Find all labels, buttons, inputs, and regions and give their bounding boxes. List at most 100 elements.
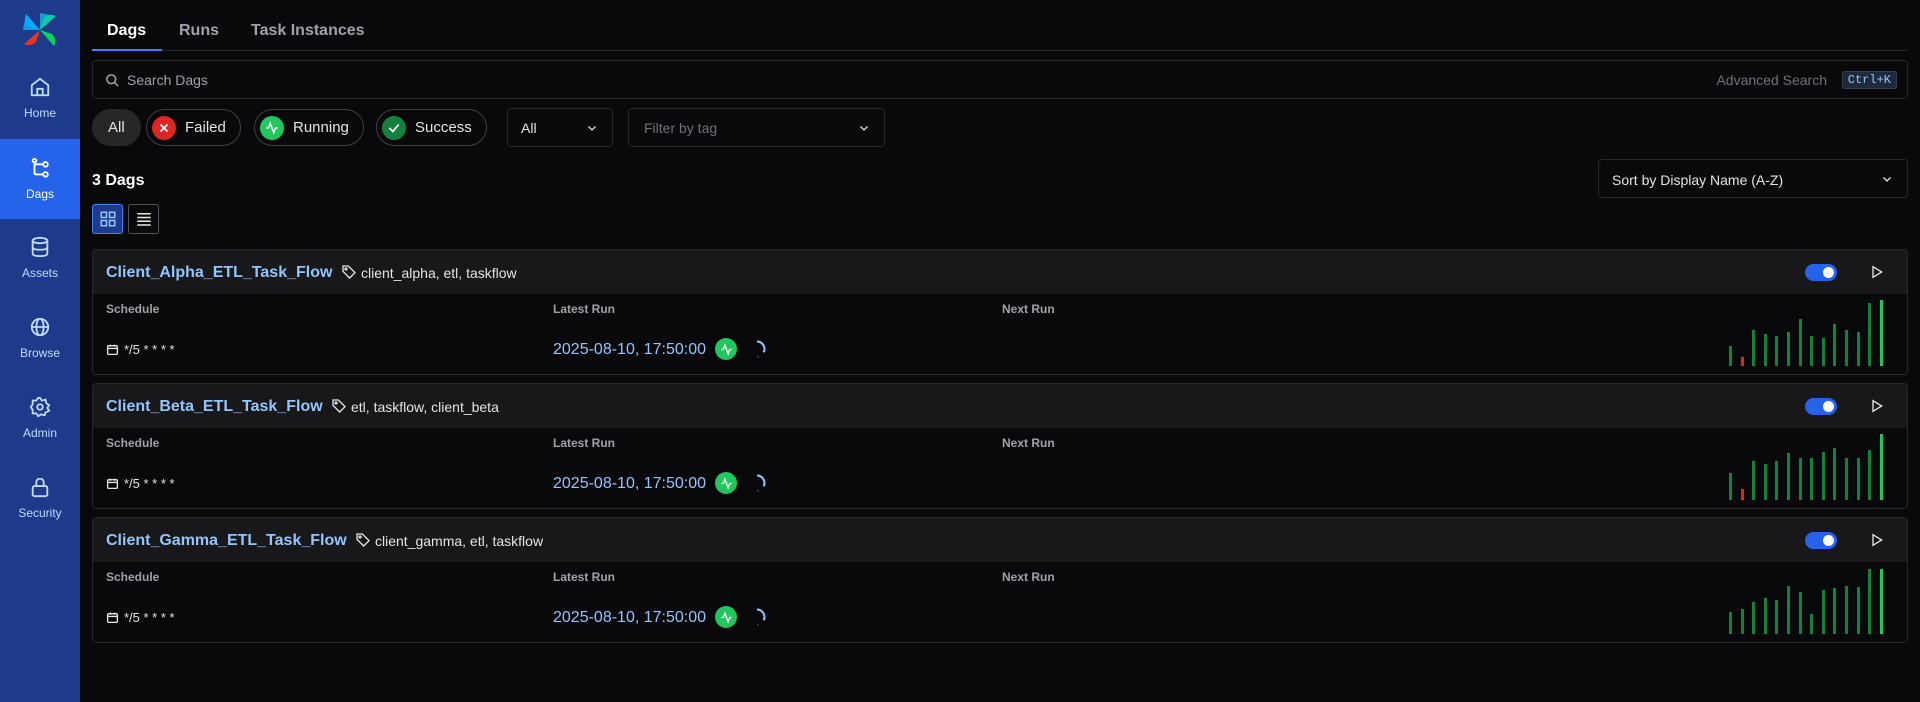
run-bar[interactable] [1775,461,1779,500]
run-bar[interactable] [1798,458,1802,500]
run-bar[interactable] [1763,464,1767,500]
gear-icon [29,396,51,418]
dag-name-link[interactable]: Client_Gamma_ETL_Task_Flow [106,532,347,550]
loading-spinner-icon [756,474,766,492]
trigger-play-icon[interactable] [1869,532,1885,548]
run-bar[interactable] [1833,324,1837,366]
pause-toggle[interactable] [1805,264,1837,281]
run-bar[interactable] [1740,489,1744,500]
sidebar-item-dags[interactable]: Dags [0,139,80,219]
latest-run-link[interactable]: 2025-08-10, 17:50:00 [553,475,706,493]
run-bar[interactable] [1787,586,1790,634]
dag-card-header: Client_Gamma_ETL_Task_Flow client_gamma,… [93,518,1907,562]
sidebar-item-label: Browse [19,346,60,360]
lock-icon [31,477,49,498]
tag-icon [356,533,370,547]
pause-toggle[interactable] [1805,398,1837,415]
run-bar[interactable] [1856,332,1860,366]
run-bar[interactable] [1752,602,1756,634]
run-bar[interactable] [1775,600,1779,634]
calendar-icon [106,612,119,624]
sidebar-item-assets[interactable]: Assets [0,218,80,298]
run-bar[interactable] [1868,450,1872,500]
sidebar-item-label: Home [23,106,56,120]
run-bar[interactable] [1845,586,1848,634]
run-bar[interactable] [1810,614,1814,634]
run-bar[interactable] [1810,336,1814,366]
run-bar[interactable] [1833,448,1837,500]
pause-toggle[interactable] [1805,532,1837,549]
run-bar[interactable] [1729,612,1732,634]
filter-failed-button[interactable]: Failed [146,109,241,146]
run-bar[interactable] [1821,590,1825,634]
loading-spinner-icon [756,340,766,358]
filter-running-button[interactable]: Running [254,109,364,146]
airflow-logo[interactable] [20,10,60,50]
run-bar[interactable] [1868,303,1872,366]
dag-tags: client_gamma, etl, taskflow [375,533,544,549]
run-bar[interactable] [1821,338,1825,366]
dag-name-link[interactable]: Client_Beta_ETL_Task_Flow [106,398,323,416]
run-bar[interactable] [1845,330,1848,366]
run-bar[interactable] [1868,569,1872,634]
filter-all-button[interactable]: All [92,109,141,146]
run-bar[interactable] [1856,458,1860,500]
run-bar[interactable] [1729,346,1732,366]
search-input[interactable] [127,61,1627,98]
run-bar[interactable] [1798,319,1802,366]
sidebar-item-browse[interactable]: Browse [0,298,80,378]
tab-task-instances[interactable]: Task Instances [251,22,365,40]
run-bar[interactable] [1752,461,1756,500]
schedule-header: Schedule [106,302,160,316]
paused-filter-value: All [521,119,537,136]
advanced-search-link[interactable]: Advanced Search [1716,72,1827,88]
run-bar[interactable] [1845,458,1848,500]
filter-success-button[interactable]: Success [376,109,487,146]
running-state-icon [715,606,737,628]
card-view-button[interactable] [92,204,123,234]
sidebar-item-admin[interactable]: Admin [0,378,80,458]
run-bar[interactable] [1833,588,1837,634]
run-bar[interactable] [1787,453,1790,500]
sidebar-item-security[interactable]: Security [0,458,80,538]
run-bar[interactable] [1752,330,1756,366]
grid-icon [100,211,115,227]
run-bar[interactable] [1763,334,1767,366]
latest-run-link[interactable]: 2025-08-10, 17:50:00 [553,341,706,359]
run-bar[interactable] [1740,357,1744,366]
trigger-play-icon[interactable] [1869,398,1885,414]
run-bar[interactable] [1879,569,1883,634]
run-bar[interactable] [1775,336,1779,366]
latest-run-link[interactable]: 2025-08-10, 17:50:00 [553,609,706,627]
table-view-button[interactable] [128,204,159,234]
run-bar[interactable] [1821,452,1825,500]
sort-select[interactable]: Sort by Display Name (A-Z) [1598,159,1908,198]
run-bar[interactable] [1740,609,1744,634]
schedule-value: */5 * * * * [106,610,175,625]
run-bar[interactable] [1798,592,1802,634]
tab-dags[interactable]: Dags [107,22,146,40]
tab-runs[interactable]: Runs [179,22,219,40]
latest-run-header: Latest Run [553,570,616,584]
dag-count: 3 Dags [92,172,145,189]
sidebar-item-label: Security [18,506,62,520]
run-bar[interactable] [1810,458,1814,500]
run-bar[interactable] [1856,587,1860,634]
home-icon [30,77,50,97]
trigger-play-icon[interactable] [1869,264,1885,280]
run-bar[interactable] [1879,434,1883,500]
sidebar-item-home[interactable]: Home [0,58,80,138]
run-bar[interactable] [1763,598,1767,634]
sidebar-item-label: Dags [25,187,54,201]
run-bar[interactable] [1787,332,1790,366]
running-state-icon [715,338,737,360]
chevron-down-icon [860,126,868,131]
run-history-chart [1729,434,1895,500]
run-history-chart [1729,300,1895,366]
dag-name-link[interactable]: Client_Alpha_ETL_Task_Flow [106,264,332,282]
tab-bar: Dags Runs Task Instances [92,0,1908,51]
tag-filter-select[interactable]: Filter by tag [628,108,885,147]
run-bar[interactable] [1879,300,1883,366]
paused-filter-select[interactable]: All [507,108,613,147]
run-bar[interactable] [1729,473,1732,500]
